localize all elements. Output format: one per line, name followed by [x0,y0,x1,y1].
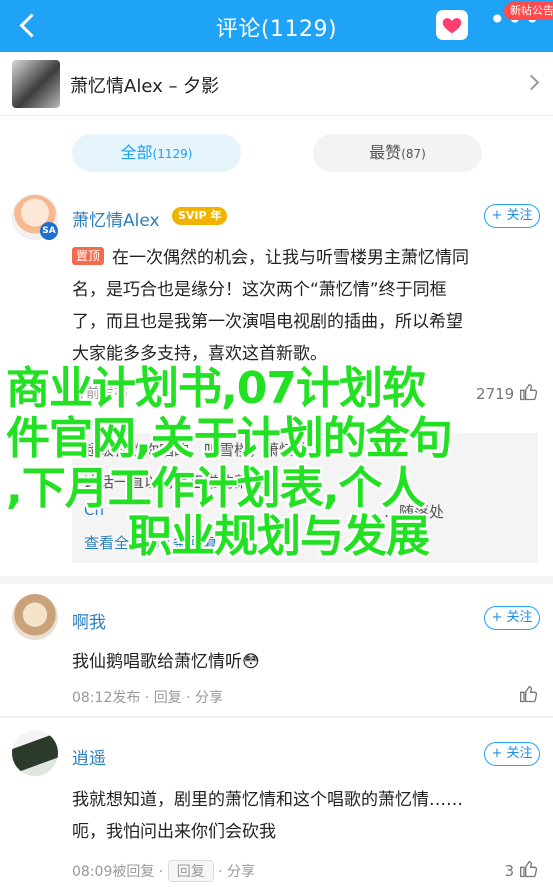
reply-preview: 超级喜欢你唱的，听雪楼，萧忆情 [84,439,309,460]
like-count: 3 [504,862,515,880]
comment-item: 逍遥 + 关注 我就想知道，剧里的萧忆情和这个唱歌的萧忆情…… 呃，我怕问出来你… [0,720,553,887]
comment-tabs: 全部(1129) 最赞(87) [0,116,553,188]
thumbs-up-icon [520,860,538,878]
like-button[interactable]: 3 [505,859,539,880]
view-all-replies-link[interactable]: 查看全部171条回复 [84,532,218,553]
vip-label: SVIP [178,209,207,222]
thumbs-up-icon [520,685,538,703]
comment-line: 呃，我怕问出来你们会砍我 [72,822,276,842]
tab-most-liked-label: 最赞 [369,143,402,162]
reply-text: 超级喜欢你唱的，听雪楼，萧忆情 [84,441,310,459]
avatar[interactable] [12,594,58,640]
like-button[interactable] [519,684,539,705]
follow-button[interactable]: + 关注 [484,204,540,228]
comment-line: 名，是巧合也是缘分！这次两个“萧忆情”终于同框 [72,280,447,300]
comment-line: 置顶 在一次偶然的机会，让我与听雪楼男主萧忆情同 [72,242,542,274]
comment-text: 置顶 在一次偶然的机会，让我与听雪楼男主萧忆情同 名，是巧合也是缘分！这次两个“萧… [72,242,542,370]
username[interactable]: 逍遥 [72,744,106,769]
notice-badge[interactable]: 新帖公告 [504,2,553,20]
post-title: 萧忆情Alex – 夕影 [70,76,220,97]
avatar[interactable] [12,730,58,776]
share-button[interactable]: 分享 [227,864,255,880]
comments-page: 评论(1129) ••• 新帖公告 萧忆情Alex – 夕影 全部(1129) … [0,0,553,887]
share-button[interactable]: 分享 [195,690,223,706]
comment-meta: 钟前发布 [72,386,128,402]
tab-all[interactable]: 全部(1129) [72,134,241,172]
vip-level: 年 [210,209,222,222]
vip-badge: SVIP 年 [172,207,228,225]
chevron-right-icon [523,74,540,91]
reply-preview-box[interactable]: 超级喜欢你唱的，听雪楼，萧忆情 这话一直以为是正常的萧忆情 Ch …随落处 查看全… [72,433,538,563]
reply-button[interactable]: 回复 [154,690,182,706]
comment-time: 08:12发布 [72,690,141,706]
comment-line: 大家能多多支持，喜欢这首新歌。 [72,344,327,364]
pinned-badge: 置顶 [72,247,105,265]
reply-preview: 这话一直以为是正常的萧忆情 [84,471,279,492]
username[interactable]: 萧忆情Alex [72,206,160,231]
tab-all-label: 全部 [120,143,153,162]
reply-text: …随落处 [384,503,445,521]
tab-most-liked[interactable]: 最赞(87) [313,134,482,172]
page-title: 评论(1129) [215,17,338,42]
reply-preview: Ch …随落处 [84,501,444,521]
username[interactable]: 啊我 [72,608,106,633]
comment-text: 我仙鹅唱歌给萧忆情听😳 [72,646,542,678]
comment-text: 我就想知道，剧里的萧忆情和这个唱歌的萧忆情…… 呃，我怕问出来你们会砍我 [72,784,542,848]
comment-line: 我就想知道，剧里的萧忆情和这个唱歌的萧忆情…… [72,790,463,810]
top-navigation-bar: 评论(1129) ••• 新帖公告 [0,0,553,52]
tab-most-liked-count: (87) [401,147,426,161]
comment-meta: 08:12发布 · 回复 · 分享 [72,690,224,706]
like-button[interactable]: 2719 [476,382,539,403]
reply-author[interactable]: Ch [84,501,104,519]
heart-icon [442,18,462,34]
thumbs-up-icon [520,383,538,401]
comment-line-text: 我仙鹅唱歌给萧忆情听 [72,652,242,672]
verified-badge-icon: SA [40,222,58,240]
post-thumbnail [12,60,60,108]
comment-line-text: 在一次偶然的机会，让我与听雪楼男主萧忆情同 [112,248,470,268]
tab-all-count: (1129) [152,147,193,161]
comment-line: 了，而且也是我第一次演唱电视剧的插曲，所以希望 [72,312,463,332]
section-divider [0,576,553,584]
reply-text: 这话一直以为是正常的萧忆情 [84,473,280,491]
section-divider [0,716,553,718]
comment-time: 08:09被回复 [72,864,155,880]
favorite-button[interactable] [436,10,468,40]
comment-item: 啊我 + 关注 我仙鹅唱歌给萧忆情听😳 08:12发布 · 回复 · 分享 [0,584,553,712]
like-count: 2719 [476,385,515,403]
follow-button[interactable]: + 关注 [484,606,540,630]
post-header[interactable]: 萧忆情Alex – 夕影 [0,52,553,116]
reply-button[interactable]: 回复 [167,860,214,882]
follow-button[interactable]: + 关注 [484,742,540,766]
flushed-face-icon: 😳 [242,652,260,672]
comment-meta: 08:09被回复 · 回复 · 分享 [72,860,255,882]
